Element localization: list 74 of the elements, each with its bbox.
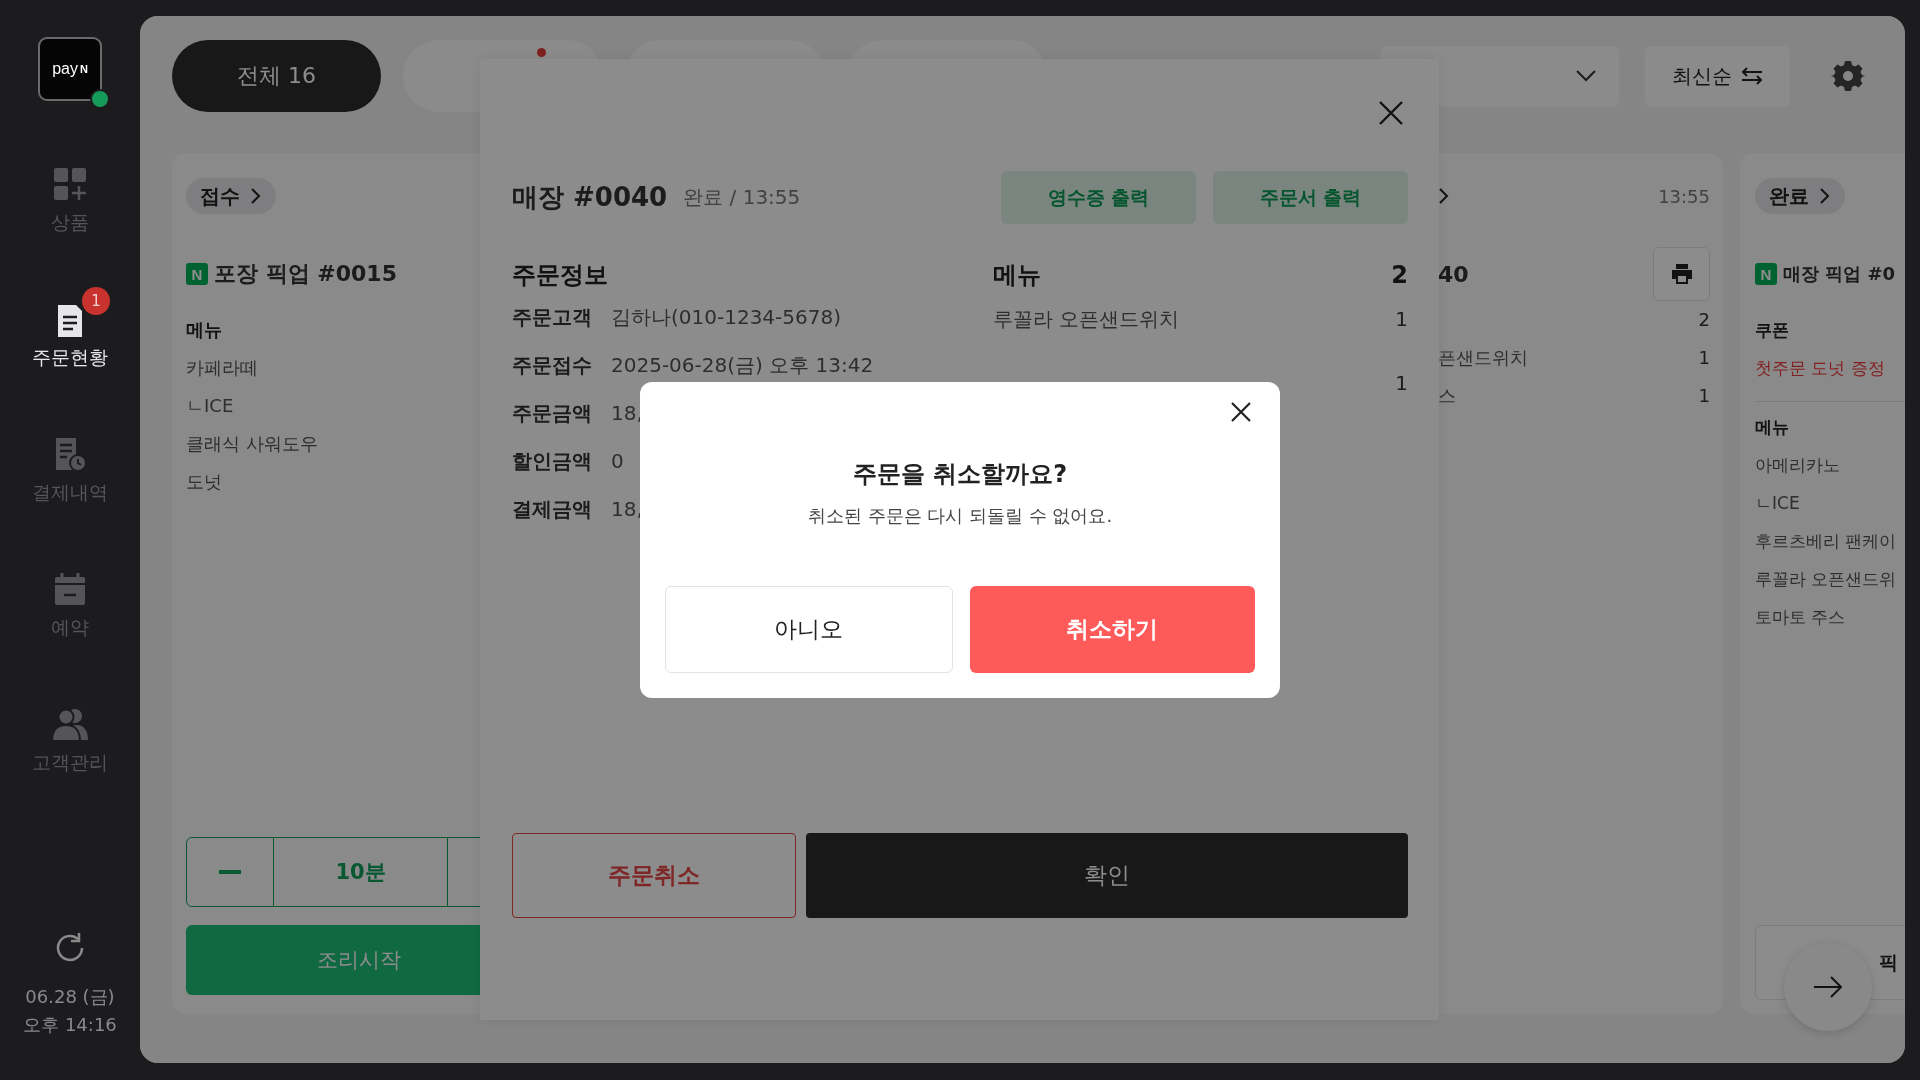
- field-value: 2025-06-28(금) 오후 13:42: [611, 352, 874, 379]
- sort-button[interactable]: 최신순: [1645, 45, 1790, 107]
- no-button[interactable]: 아니오: [665, 586, 953, 673]
- menu-item-text: 루꼴라 오픈샌드위치: [993, 305, 1180, 333]
- print-button[interactable]: 주문서 출력: [1213, 171, 1408, 224]
- swap-arrows-icon: [1739, 66, 1764, 86]
- dialog-message: 취소된 주문은 다시 되돌릴 수 없어요.: [807, 504, 1113, 528]
- channel-badge: N: [1755, 263, 1777, 285]
- time-text: 오후 14:16: [23, 1013, 117, 1037]
- nav-item[interactable]: 1 주문현황: [10, 285, 130, 371]
- nav-item[interactable]: 예약: [28, 555, 112, 641]
- item-count: 1: [1395, 307, 1408, 331]
- order-status: 완료 / 13:55: [683, 184, 801, 211]
- order-time: 13:55: [1658, 185, 1710, 207]
- menu-item-text: 토마토 주스: [1755, 606, 1846, 629]
- status-pill[interactable]: 완료: [1755, 178, 1845, 214]
- chevron-right-icon: [250, 187, 262, 205]
- menu-item-text: 카페라떼: [186, 356, 258, 380]
- field-label: 주문접수: [512, 352, 593, 379]
- confirm-button[interactable]: 확인: [806, 833, 1408, 918]
- arrow-right-icon: [1813, 976, 1843, 998]
- channel-badge: N: [186, 263, 208, 285]
- menu-item-text: 픈샌드위치: [1438, 346, 1528, 370]
- menu-item-text: 아메리카노: [1755, 454, 1840, 477]
- menu-item-text: 루꼴라 오픈샌드위: [1755, 568, 1897, 591]
- field-label: 결제금액: [512, 496, 593, 523]
- field-label: 할인금액: [512, 448, 593, 475]
- dialog-title: 주문을 취소할까요?: [852, 459, 1068, 490]
- section-heading: 메뉴: [993, 260, 1041, 291]
- nav-item[interactable]: 상품: [28, 150, 112, 236]
- minus-icon: [219, 870, 241, 874]
- field-value: 김하나(010-1234-5678): [611, 304, 841, 331]
- section-heading: 메뉴: [186, 318, 222, 342]
- section-heading: 주문정보: [512, 260, 609, 291]
- settings-icon[interactable]: [1831, 59, 1865, 93]
- field-value: 0: [611, 448, 624, 475]
- field-value: 18,: [611, 400, 643, 427]
- item-count: 1: [1395, 371, 1408, 395]
- date-text: 06.28 (금): [25, 985, 115, 1009]
- order-title: 포장 픽업 #0015: [214, 260, 397, 288]
- menu-item-text: 스: [1438, 384, 1456, 408]
- chevron-right-icon: [1438, 187, 1450, 205]
- order-title: 40: [1438, 261, 1469, 287]
- field-label: 주문금액: [512, 400, 593, 427]
- menu-item-text: ㄴICE: [186, 394, 234, 418]
- order-title: 매장 #0040: [512, 181, 668, 214]
- prep-time-value: 10분: [274, 838, 448, 906]
- menu-item-text: 도넛: [186, 470, 222, 494]
- order-title: 매장 픽업 #0: [1783, 262, 1896, 286]
- menu-item-text: 후르츠베리 팬케이: [1755, 530, 1897, 553]
- item-count: 2: [1698, 308, 1710, 332]
- field-value: 18,: [611, 496, 643, 523]
- menu-item-text: ㄴICE: [1755, 492, 1800, 515]
- cancel-order-button[interactable]: 주문취소: [512, 833, 796, 918]
- chevron-right-icon: [1819, 187, 1831, 205]
- nav-item[interactable]: 고객관리: [10, 690, 130, 776]
- item-count: 2: [1391, 260, 1408, 291]
- notification-badge: 1: [82, 287, 110, 315]
- section-heading: 쿠폰: [1755, 319, 1789, 342]
- cancel-confirm-button[interactable]: 취소하기: [969, 586, 1255, 673]
- coupon-text: 첫주문 도넛 증정: [1755, 357, 1885, 380]
- item-count: 1: [1698, 346, 1710, 370]
- chevron-down-icon: [1575, 69, 1597, 83]
- menu-item-text: 클래식 사워도우: [186, 432, 318, 456]
- print-button[interactable]: 영수증 출력: [1001, 171, 1196, 224]
- nav-item[interactable]: 결제내역: [10, 420, 130, 506]
- filter-tab[interactable]: 전체 16: [172, 40, 381, 112]
- print-button[interactable]: [1653, 247, 1710, 301]
- close-icon[interactable]: [1231, 402, 1251, 422]
- printer-icon: [1670, 264, 1693, 284]
- field-label: 주문고객: [512, 304, 593, 331]
- item-count: 1: [1698, 384, 1710, 408]
- status-pill[interactable]: 접수: [186, 178, 276, 214]
- section-heading: 메뉴: [1755, 416, 1789, 439]
